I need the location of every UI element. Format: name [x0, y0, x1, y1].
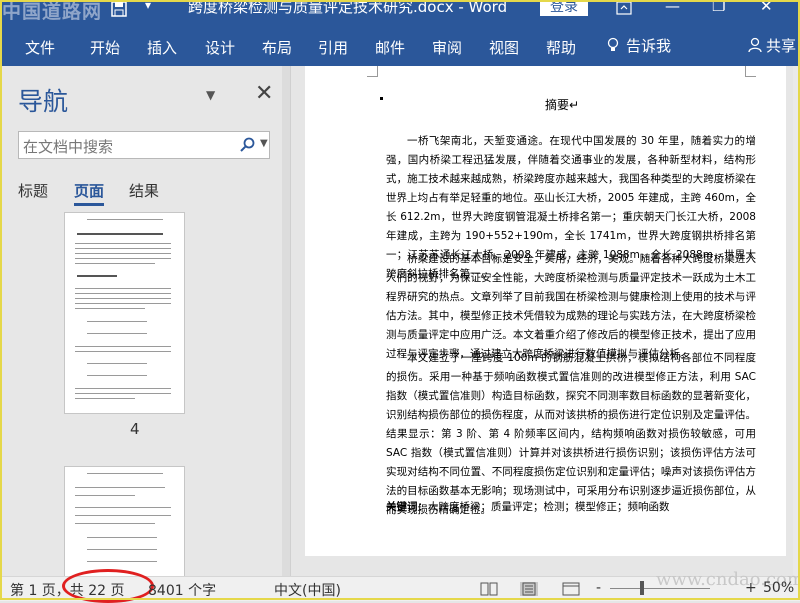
- thumbnail-page-number: 4: [130, 420, 140, 438]
- nav-tab-headings[interactable]: 标题: [18, 180, 48, 201]
- title-bar: 中国道路网 ▾ 跨度桥梁检测与质量评定技术研究.docx - Word 登录 —…: [0, 0, 800, 23]
- restore-button[interactable]: ❐: [712, 0, 725, 15]
- body-paragraph: 桥梁建设的基本目标是安全，实用，经济，美观。随着各种大跨度桥梁进入人们的视野，为…: [386, 253, 756, 360]
- zoom-out-button[interactable]: -: [596, 580, 601, 596]
- zoom-slider-thumb[interactable]: [640, 581, 644, 595]
- person-icon: [748, 37, 762, 53]
- body-paragraph: 本文建立了一座跨度 100m 的钢筋混凝土拱桥，模拟结构各部位不同程度的损伤。采…: [386, 352, 756, 516]
- lightbulb-icon: [607, 37, 619, 51]
- tab-insert[interactable]: 插入: [147, 37, 177, 58]
- nav-tab-results[interactable]: 结果: [129, 180, 159, 201]
- nav-close-icon[interactable]: ✕: [255, 81, 273, 106]
- tab-layout[interactable]: 布局: [262, 37, 292, 58]
- nav-options-dropdown-icon[interactable]: ▼: [206, 88, 215, 102]
- zoom-level[interactable]: 50%: [763, 580, 794, 596]
- tab-help[interactable]: 帮助: [546, 37, 576, 58]
- web-layout-icon[interactable]: [562, 582, 580, 596]
- close-button[interactable]: ✕: [760, 0, 773, 15]
- zoom-in-button[interactable]: +: [745, 580, 757, 596]
- document-page[interactable]: 摘要↵ 一桥飞架南北，天堑变通途。在现代中国发展的 30 年里，随着实力的增强，…: [305, 66, 786, 556]
- page-thumbnail[interactable]: [64, 466, 185, 577]
- page-thumbnail[interactable]: [64, 212, 185, 414]
- tab-design[interactable]: 设计: [205, 37, 235, 58]
- quick-access-dropdown-icon[interactable]: ▾: [145, 0, 151, 12]
- ribbon-display-options-icon[interactable]: [615, 0, 633, 16]
- document-area: 摘要↵ 一桥飞架南北，天堑变通途。在现代中国发展的 30 年里，随着实力的增强，…: [291, 66, 800, 576]
- status-bar: 第 1 页，共 22 页 8401 个字 中文(中国) - www.cndao.…: [0, 569, 800, 603]
- tab-review[interactable]: 审阅: [432, 37, 462, 58]
- nav-title: 导航: [18, 87, 69, 116]
- crop-mark: [367, 66, 378, 77]
- tab-references[interactable]: 引用: [318, 37, 348, 58]
- paragraph-mark: [380, 97, 383, 100]
- login-button[interactable]: 登录: [540, 0, 588, 16]
- tab-file[interactable]: 文件: [25, 37, 55, 58]
- document-title: 跨度桥梁检测与质量评定技术研究.docx - Word: [188, 0, 508, 16]
- print-layout-icon[interactable]: [520, 582, 538, 596]
- tab-view[interactable]: 视图: [489, 37, 519, 58]
- language-status[interactable]: 中文(中国): [274, 580, 341, 600]
- nav-scrollbar[interactable]: [282, 66, 290, 576]
- tab-home[interactable]: 开始: [90, 37, 120, 58]
- ribbon-tab-bar: 文件 开始 插入 设计 布局 引用 邮件 审阅 视图 帮助 告诉我 共享: [0, 20, 800, 66]
- document-scrollbar[interactable]: [793, 66, 800, 576]
- nav-search-box[interactable]: 在文档中搜索 ▼: [18, 131, 270, 159]
- read-mode-icon[interactable]: [480, 582, 498, 596]
- search-input[interactable]: 在文档中搜索: [23, 136, 113, 157]
- share-label: 共享: [766, 37, 797, 55]
- tell-me-label: 告诉我: [626, 37, 672, 55]
- keywords-text: 大跨度桥梁；质量评定；检测；模型修正；频响函数: [428, 501, 670, 513]
- abstract-heading: 摘要↵: [545, 98, 580, 112]
- navigation-pane: 导航 ▼ ✕ 在文档中搜索 ▼ 标题 页面 结果 4: [0, 66, 291, 577]
- crop-mark: [745, 66, 756, 77]
- active-tab-indicator: [74, 203, 104, 206]
- highlight-annotation-ellipse: [62, 569, 154, 603]
- word-count-status[interactable]: 8401 个字: [148, 580, 216, 600]
- search-icon[interactable]: [239, 137, 255, 153]
- nav-tab-pages[interactable]: 页面: [74, 180, 104, 201]
- tab-mailings[interactable]: 邮件: [375, 37, 405, 58]
- save-icon[interactable]: [110, 0, 128, 18]
- tell-me-box[interactable]: 告诉我: [606, 35, 671, 56]
- keywords-line: 关键词：大跨度桥梁；质量评定；检测；模型修正；频响函数: [386, 499, 670, 514]
- minimize-button[interactable]: —: [665, 0, 680, 15]
- share-button[interactable]: 共享: [748, 35, 796, 56]
- keywords-label: 关键词：: [386, 501, 428, 513]
- search-options-icon[interactable]: ▼: [260, 138, 268, 149]
